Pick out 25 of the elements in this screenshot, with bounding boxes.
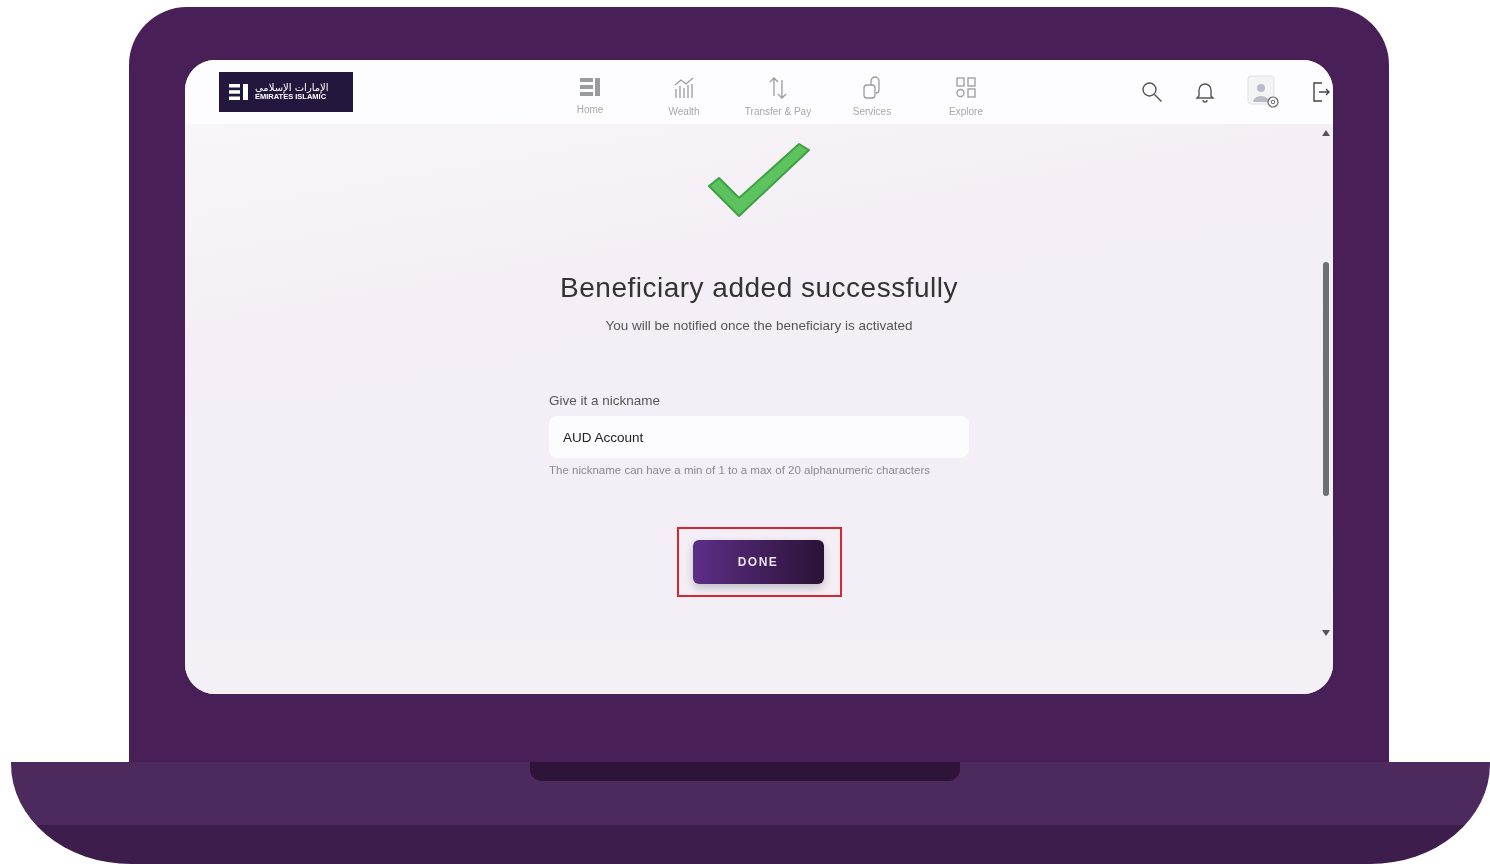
arrows-icon — [767, 75, 789, 100]
nav-item[interactable]: Wealth — [637, 67, 731, 117]
done-button[interactable]: DONE — [692, 540, 824, 584]
chart-icon — [673, 75, 695, 100]
list-icon — [579, 75, 601, 98]
success-title: Beneficiary added successfully — [560, 272, 958, 304]
nav-item[interactable]: Explore — [919, 67, 1013, 117]
logout-icon[interactable] — [1311, 80, 1331, 104]
logo-arabic-text: الإمارات الإسلامي — [255, 83, 329, 94]
logo-mark-icon — [229, 82, 249, 102]
nav-item[interactable]: Services — [825, 67, 919, 117]
field-label: Give it a nickname — [549, 393, 662, 408]
success-message: You will be notified once the beneficiary is activated — [605, 318, 913, 333]
nickname-input[interactable]: AUD Account — [549, 416, 969, 458]
bell-icon[interactable] — [1195, 81, 1215, 103]
nav-item[interactable]: Transfer & Pay — [731, 67, 825, 117]
nav-item[interactable]: Home — [543, 67, 637, 117]
field-hint: The nickname can have a min of 1 to a max of 20 alphanumeric characters — [549, 464, 931, 476]
scroll-down-icon[interactable] — [1322, 630, 1330, 636]
grid-icon — [955, 75, 977, 100]
scroll-thumb[interactable] — [1323, 262, 1329, 496]
shapes-icon — [861, 75, 883, 100]
search-icon[interactable] — [1141, 81, 1163, 103]
scroll-up-icon[interactable] — [1322, 130, 1330, 136]
profile-settings-icon[interactable] — [1247, 75, 1279, 109]
